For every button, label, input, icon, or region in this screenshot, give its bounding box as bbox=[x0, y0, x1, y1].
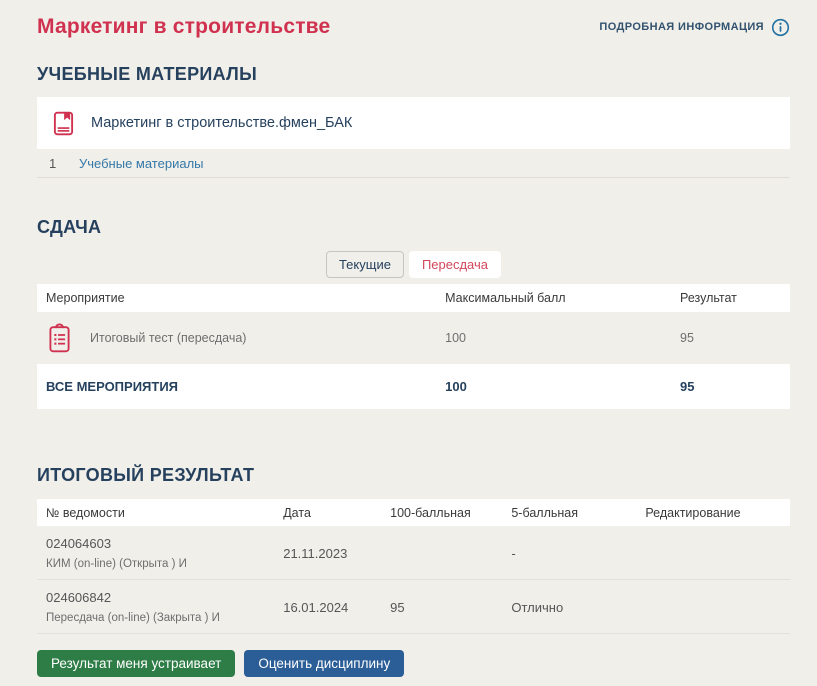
rate-discipline-button[interactable]: Оценить дисциплину bbox=[244, 650, 404, 677]
all-events-label: ВСЕ МЕРОПРИЯТИЯ bbox=[37, 379, 445, 394]
materials-row-number: 1 bbox=[37, 156, 79, 171]
table-row: 024064603 КИМ (on-line) (Открыта ) И 21.… bbox=[37, 526, 790, 580]
score-5: Отлично bbox=[511, 600, 645, 615]
submission-table: Мероприятие Максимальный балл Результат bbox=[37, 284, 790, 409]
all-events-row: ВСЕ МЕРОПРИЯТИЯ 100 95 bbox=[37, 364, 790, 409]
submission-tabs: Текущие Пересдача bbox=[37, 251, 790, 278]
tab-current[interactable]: Текущие bbox=[326, 251, 404, 278]
submission-heading: СДАЧА bbox=[37, 217, 790, 238]
sheet-type: КИМ (on-line) (Открыта ) И bbox=[46, 558, 283, 570]
materials-row-link[interactable]: Учебные материалы bbox=[79, 156, 204, 171]
accept-result-button[interactable]: Результат меня устраивает bbox=[37, 650, 235, 677]
course-page: Маркетинг в строительстве ПОДРОБНАЯ ИНФО… bbox=[0, 0, 817, 677]
final-table-header: № ведомости Дата 100-балльная 5-балльная… bbox=[37, 499, 790, 526]
final-result-table: № ведомости Дата 100-балльная 5-балльная… bbox=[37, 499, 790, 634]
book-icon bbox=[50, 110, 77, 137]
sheet-date: 16.01.2024 bbox=[283, 600, 390, 615]
column-event: Мероприятие bbox=[37, 291, 445, 305]
sheet-number: 024064603 bbox=[46, 536, 283, 551]
column-result: Результат bbox=[680, 291, 790, 305]
event-name: Итоговый тест (пересдача) bbox=[90, 331, 246, 345]
final-result-heading: ИТОГОВЫЙ РЕЗУЛЬТАТ bbox=[37, 465, 790, 486]
detailed-info-label: ПОДРОБНАЯ ИНФОРМАЦИЯ bbox=[599, 21, 764, 33]
column-date: Дата bbox=[283, 506, 390, 520]
course-file-card[interactable]: Маркетинг в строительстве.фмен_БАК bbox=[37, 97, 790, 149]
event-result: 95 bbox=[680, 331, 790, 345]
sheet-date: 21.11.2023 bbox=[283, 546, 390, 561]
page-title: Маркетинг в строительстве bbox=[37, 15, 330, 39]
table-row: Итоговый тест (пересдача) 100 95 bbox=[37, 312, 790, 364]
column-max-score: Максимальный балл bbox=[445, 291, 680, 305]
column-100-scale: 100-балльная bbox=[390, 506, 511, 520]
sheet-number: 024606842 bbox=[46, 590, 283, 605]
page-header: Маркетинг в строительстве ПОДРОБНАЯ ИНФО… bbox=[37, 0, 790, 39]
all-events-result: 95 bbox=[680, 379, 790, 394]
sheet-type: Пересдача (on-line) (Закрыта ) И bbox=[46, 612, 283, 624]
clipboard-icon bbox=[46, 323, 73, 354]
action-buttons: Результат меня устраивает Оценить дисцип… bbox=[37, 650, 790, 677]
column-5-scale: 5-балльная bbox=[511, 506, 645, 520]
materials-list-row: 1 Учебные материалы bbox=[37, 149, 790, 178]
submission-table-header: Мероприятие Максимальный балл Результат bbox=[37, 284, 790, 312]
event-max-score: 100 bbox=[445, 331, 680, 345]
info-icon bbox=[771, 18, 790, 37]
materials-heading: УЧЕБНЫЕ МАТЕРИАЛЫ bbox=[37, 64, 790, 85]
column-editing: Редактирование bbox=[645, 506, 790, 520]
table-row: 024606842 Пересдача (on-line) (Закрыта )… bbox=[37, 580, 790, 634]
all-events-max-score: 100 bbox=[445, 379, 680, 394]
detailed-info-link[interactable]: ПОДРОБНАЯ ИНФОРМАЦИЯ bbox=[599, 18, 790, 37]
score-100: 95 bbox=[390, 600, 511, 615]
course-file-title: Маркетинг в строительстве.фмен_БАК bbox=[91, 115, 352, 131]
score-5: - bbox=[511, 546, 645, 561]
tab-retake[interactable]: Пересдача bbox=[409, 251, 501, 278]
column-sheet-number: № ведомости bbox=[37, 506, 283, 520]
